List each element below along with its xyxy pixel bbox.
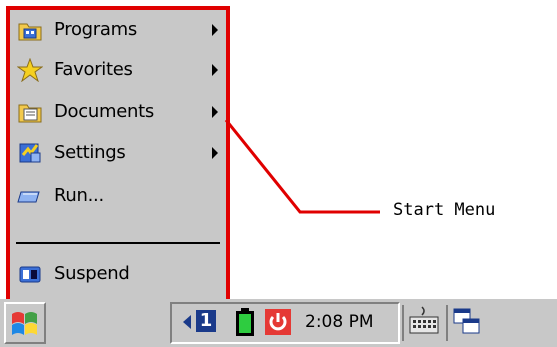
input-indicator[interactable]: 1 xyxy=(196,310,216,332)
keyboard-icon[interactable] xyxy=(408,305,440,341)
taskbar-clock[interactable]: 2:08 PM xyxy=(305,312,374,332)
input-indicator-arrow-icon[interactable] xyxy=(182,314,192,334)
windows-switch-icon[interactable] xyxy=(452,307,482,341)
callout-line xyxy=(224,119,380,214)
power-icon[interactable] xyxy=(265,309,291,339)
taskbar-divider xyxy=(402,305,404,341)
start-button[interactable] xyxy=(4,302,46,344)
callout-label: Start Menu xyxy=(393,200,496,220)
battery-icon[interactable] xyxy=(234,307,256,341)
taskbar-divider xyxy=(446,305,448,341)
taskbar: 1 2:08 PM xyxy=(0,299,557,347)
